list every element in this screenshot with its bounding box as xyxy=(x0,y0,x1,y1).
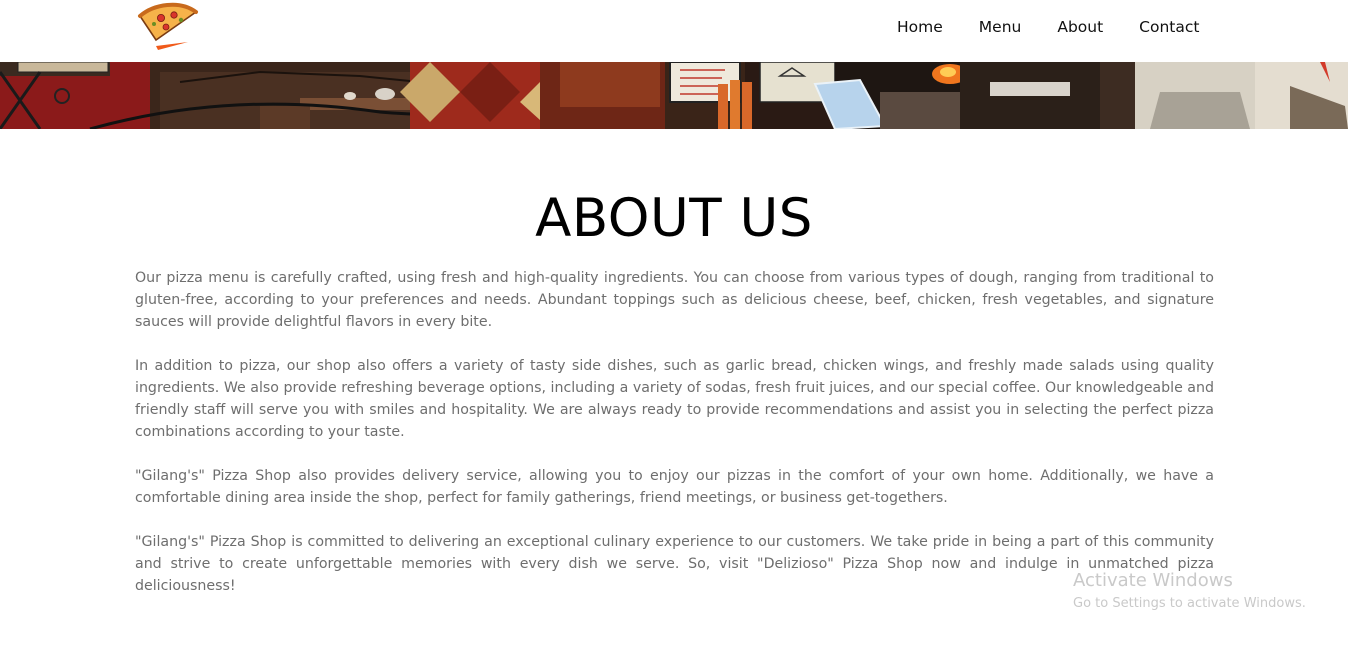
nav-menu-link[interactable]: Menu xyxy=(979,17,1022,37)
about-paragraph-sides: In addition to pizza, our shop also offe… xyxy=(135,358,1214,440)
nav-home-link[interactable]: Home xyxy=(897,17,943,37)
hero-banner-image xyxy=(0,62,1348,129)
about-us-content: Our pizza menu is carefully crafted, usi… xyxy=(135,267,1214,619)
about-paragraph-commitment: "Gilang's" Pizza Shop is committed to de… xyxy=(135,534,1214,594)
about-paragraph-menu: Our pizza menu is carefully crafted, usi… xyxy=(135,270,1214,330)
nav-contact-link[interactable]: Contact xyxy=(1139,17,1199,37)
pizza-slice-logo-icon[interactable] xyxy=(134,0,200,52)
activate-windows-watermark: Activate Windows Go to Settings to activ… xyxy=(1073,570,1306,614)
about-us-heading: ABOUT US xyxy=(535,188,813,249)
navbar: Home Menu About Contact xyxy=(0,0,1348,62)
activate-windows-title: Activate Windows xyxy=(1073,570,1233,591)
about-paragraph-delivery: "Gilang's" Pizza Shop also provides deli… xyxy=(135,468,1214,506)
nav-about-link[interactable]: About xyxy=(1057,17,1103,37)
main-nav: Home Menu About Contact xyxy=(897,17,1199,37)
activate-windows-subtitle: Go to Settings to activate Windows. xyxy=(1073,596,1306,611)
